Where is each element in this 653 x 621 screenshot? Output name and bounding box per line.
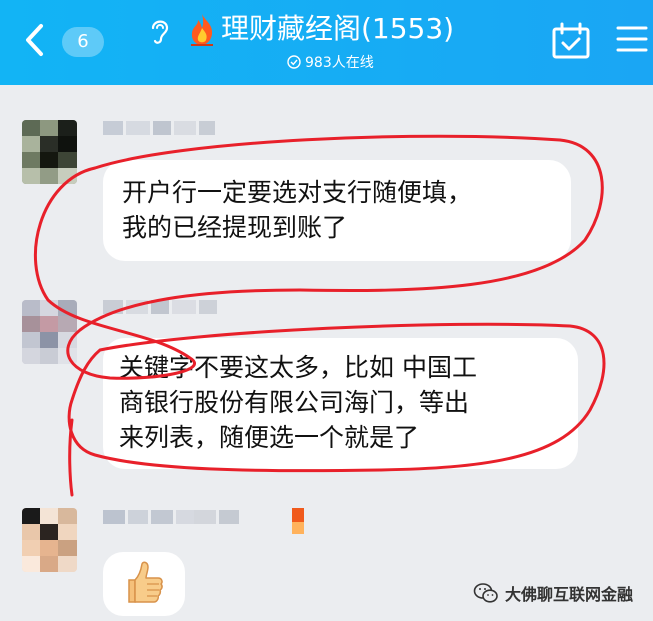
level-badge [292,508,304,522]
wechat-icon [473,583,498,603]
online-status: 983人在线 [287,52,374,72]
group-title: 理财藏经阁(1553) [221,12,455,45]
avatar[interactable] [22,120,77,184]
thumbs-up-icon [128,561,163,603]
menu-icon[interactable] [615,23,649,55]
emoji-bubble[interactable] [103,552,185,616]
online-count: 983人在线 [305,55,374,71]
avatar[interactable] [22,300,77,364]
back-chevron-icon[interactable] [20,22,50,58]
fire-icon [191,14,213,46]
chat-header: 6 理财藏经阁(1553) 983人在线 [0,0,653,85]
red-annotation-circle [33,134,606,497]
watermark: 大佛聊互联网金融 [473,580,633,606]
sender-name-blurred [103,300,217,314]
message-text-line: 我的已经提现到账了 [122,213,348,242]
ear-icon[interactable] [148,16,172,46]
sender-name-blurred [103,121,215,135]
check-circle-icon [287,55,301,69]
message-bubble[interactable]: 开户行一定要选对支行随便填， 我的已经提现到账了 [103,160,571,261]
unread-count-badge[interactable]: 6 [62,27,104,57]
sender-name-blurred [194,510,239,524]
level-badge [292,522,304,534]
message-text-line: 商银行股份有限公司海门，等出 [119,388,470,417]
sender-name-blurred [103,510,196,524]
message-text-line: 来列表，随便选一个就是了 [119,423,420,452]
message-bubble[interactable]: 关键字不要这太多，比如 中国工 商银行股份有限公司海门，等出 来列表，随便选一个… [103,338,578,469]
message-text-line: 关键字不要这太多，比如 中国工 [119,353,477,382]
message-text-line: 开户行一定要选对支行随便填， [122,178,473,207]
calendar-check-icon[interactable] [551,22,591,60]
avatar[interactable] [22,508,77,572]
watermark-text: 大佛聊互联网金融 [505,585,634,604]
